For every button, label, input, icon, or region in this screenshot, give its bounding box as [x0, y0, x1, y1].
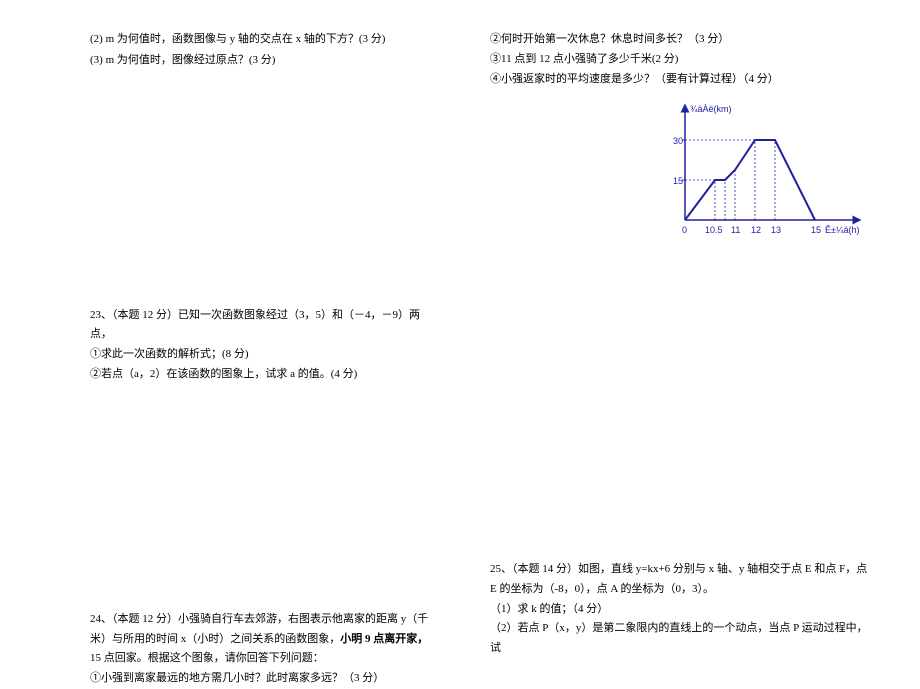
origin-label: 0: [682, 225, 687, 235]
q24-sub3: ③11 点到 12 点小强骑了多少千米(2 分): [490, 50, 870, 70]
q24-sub4: ④小强返家时的平均速度是多少？（要有计算过程）（4 分）: [490, 70, 870, 90]
q24-header-b: 15 点回家。根据这个图象，请你回答下列问题：: [90, 652, 324, 664]
question-23: 23、（本题 12 分）已知一次函数图象经过（3，5）和（－4，－9）两点， ①…: [90, 306, 430, 385]
x-tick-15: 15: [811, 225, 821, 235]
question-24: 24、（本题 12 分）小强骑自行车去郊游，右图表示他离家的距离 y（千米）与所…: [90, 610, 430, 689]
q25-sub2: （2）若点 P（x，y）是第二象限内的直线上的一个动点，当点 P 运动过程中，试: [490, 619, 870, 659]
y-tick-30: 30: [673, 136, 683, 146]
x-axis-label: Ê±¼ä(h): [825, 225, 859, 235]
question-25: 25、（本题 14 分）如图，直线 y=kx+6 分别与 x 轴、y 轴相交于点…: [490, 560, 870, 659]
distance-time-chart: 15 30 0 10.5 11 12 13 15 ¾àÀë(km) Ê±¼ä(h…: [665, 100, 865, 250]
x-tick-10-5: 10.5: [705, 225, 723, 235]
q22-part3: (3) m 为何值时，图像经过原点？(3 分): [90, 51, 430, 71]
q23-header: 23、（本题 12 分）已知一次函数图象经过（3，5）和（－4，－9）两点，: [90, 306, 430, 346]
q24-bold: 小明 9 点离开家，: [340, 633, 428, 645]
x-tick-12: 12: [751, 225, 761, 235]
y-tick-15: 15: [673, 176, 683, 186]
q22-part2: (2) m 为何值时，函数图像与 y 轴的交点在 x 轴的下方？(3 分): [90, 30, 430, 50]
q25-sub1: （1）求 k 的值；（4 分）: [490, 600, 870, 620]
x-tick-11: 11: [731, 225, 740, 235]
q24-sub1: ①小强到离家最远的地方需几小时？此时离家多远？（3 分）: [90, 669, 430, 689]
q23-sub2: ②若点（a，2）在该函数的图象上，试求 a 的值。(4 分): [90, 365, 430, 385]
q25-header: 25、（本题 14 分）如图，直线 y=kx+6 分别与 x 轴、y 轴相交于点…: [490, 560, 870, 600]
q24-sub2: ②何时开始第一次休息？休息时间多长？（3 分）: [490, 30, 870, 50]
q23-sub1: ①求此一次函数的解析式；(8 分): [90, 345, 430, 365]
x-tick-13: 13: [771, 225, 781, 235]
y-axis-label: ¾àÀë(km): [690, 104, 732, 114]
